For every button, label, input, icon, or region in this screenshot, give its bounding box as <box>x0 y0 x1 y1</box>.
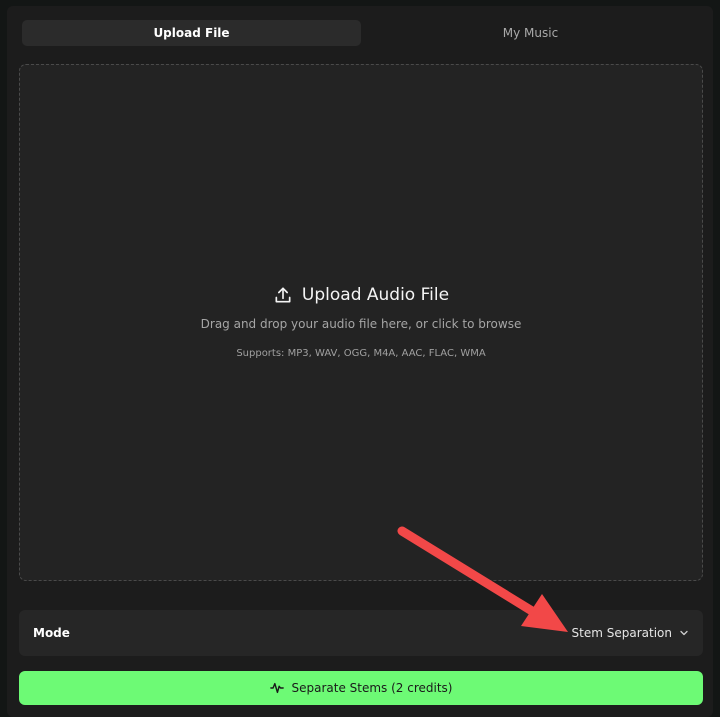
upload-icon <box>275 287 291 303</box>
mode-select[interactable]: Stem Separation <box>572 610 689 656</box>
dropzone-subtitle: Drag and drop your audio file here, or c… <box>200 317 522 331</box>
dropzone-header: Upload Audio File <box>20 285 702 305</box>
mode-label: Mode <box>33 626 70 640</box>
tab-bar: Upload File My Music <box>22 20 700 46</box>
separate-stems-label: Separate Stems (2 credits) <box>291 681 453 695</box>
tab-my-music[interactable]: My Music <box>361 20 700 46</box>
supported-formats: Supports: MP3, WAV, OGG, M4A, AAC, FLAC,… <box>236 348 486 359</box>
dropzone-title: Upload Audio File <box>301 285 450 305</box>
chevron-down-icon <box>680 630 688 636</box>
upload-dropzone[interactable]: Upload Audio File Drag and drop your aud… <box>19 64 703 581</box>
mode-row: Mode Stem Separation <box>19 610 703 656</box>
tab-upload-file[interactable]: Upload File <box>22 20 361 46</box>
waveform-icon <box>269 682 284 694</box>
separate-stems-button[interactable]: Separate Stems (2 credits) <box>19 671 703 705</box>
mode-selected-value: Stem Separation <box>571 626 672 640</box>
